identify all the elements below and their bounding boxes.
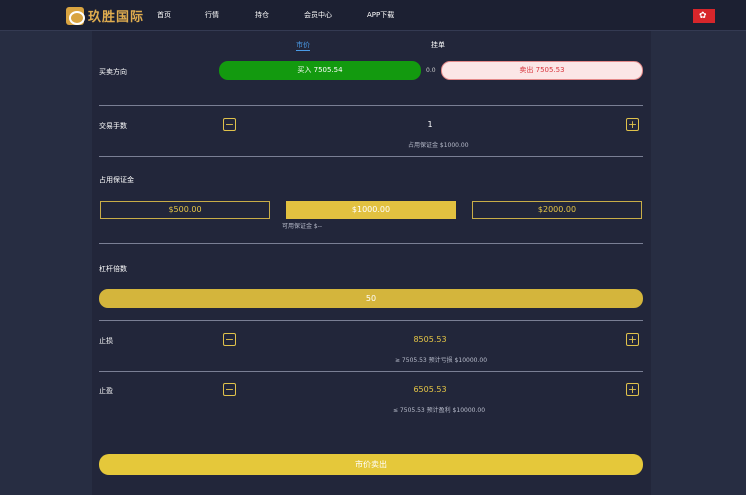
stop-loss-note: ≥ 7505.53 预计亏损 $10000.00 bbox=[395, 357, 488, 364]
take-profit-value[interactable]: 6505.53 bbox=[400, 385, 460, 394]
available-margin-note: 可用保证金 $-- bbox=[282, 223, 323, 230]
divider bbox=[99, 105, 643, 106]
leverage-label: 杠杆倍数 bbox=[99, 265, 127, 273]
stop-loss-increase-button[interactable]: + bbox=[626, 333, 639, 346]
active-tab-indicator bbox=[296, 50, 310, 51]
language-flag-icon[interactable] bbox=[693, 9, 715, 23]
nav-app-download[interactable]: APP下载 bbox=[367, 10, 394, 20]
tab-market-order[interactable]: 市价 bbox=[296, 40, 310, 50]
direction-label: 买卖方向 bbox=[99, 68, 127, 76]
stop-loss-decrease-button[interactable]: − bbox=[223, 333, 236, 346]
nav-home[interactable]: 首页 bbox=[157, 10, 171, 20]
logo-icon bbox=[66, 6, 85, 25]
take-profit-note: ≤ 7505.53 预计盈利 $10000.00 bbox=[393, 407, 486, 414]
tab-limit-order[interactable]: 挂单 bbox=[431, 40, 445, 50]
order-panel bbox=[92, 31, 651, 495]
margin-option-2000[interactable]: $2000.00 bbox=[472, 201, 642, 219]
leverage-selector[interactable]: 50 bbox=[99, 289, 643, 308]
market-sell-submit-button[interactable]: 市价卖出 bbox=[99, 454, 643, 475]
divider bbox=[99, 156, 643, 157]
nav-market[interactable]: 行情 bbox=[205, 10, 219, 20]
divider bbox=[99, 371, 643, 372]
spread-value: 0.0 bbox=[426, 67, 436, 74]
margin-option-500[interactable]: $500.00 bbox=[100, 201, 270, 219]
lots-decrease-button[interactable]: − bbox=[223, 118, 236, 131]
margin-label: 占用保证金 bbox=[99, 176, 134, 184]
take-profit-label: 止盈 bbox=[99, 387, 113, 395]
brand-logo[interactable]: 玖胜国际 bbox=[66, 6, 144, 25]
lots-label: 交易手数 bbox=[99, 122, 127, 130]
divider bbox=[99, 243, 643, 244]
stop-loss-value[interactable]: 8505.53 bbox=[400, 335, 460, 344]
divider bbox=[99, 320, 643, 321]
nav-positions[interactable]: 持仓 bbox=[255, 10, 269, 20]
top-navbar: 玖胜国际 首页 行情 持仓 会员中心 APP下载 bbox=[0, 0, 746, 31]
lots-increase-button[interactable]: + bbox=[626, 118, 639, 131]
nav-member-center[interactable]: 会员中心 bbox=[304, 10, 332, 20]
sell-button[interactable]: 卖出 7505.53 bbox=[441, 61, 643, 80]
buy-button[interactable]: 买入 7505.54 bbox=[219, 61, 421, 80]
brand-name: 玖胜国际 bbox=[88, 10, 145, 25]
margin-option-1000[interactable]: $1000.00 bbox=[286, 201, 456, 219]
stop-loss-label: 止损 bbox=[99, 337, 113, 345]
take-profit-increase-button[interactable]: + bbox=[626, 383, 639, 396]
lots-value[interactable]: 1 bbox=[420, 120, 440, 129]
lots-margin-note: 占用保证金 $1000.00 bbox=[408, 142, 469, 149]
take-profit-decrease-button[interactable]: − bbox=[223, 383, 236, 396]
